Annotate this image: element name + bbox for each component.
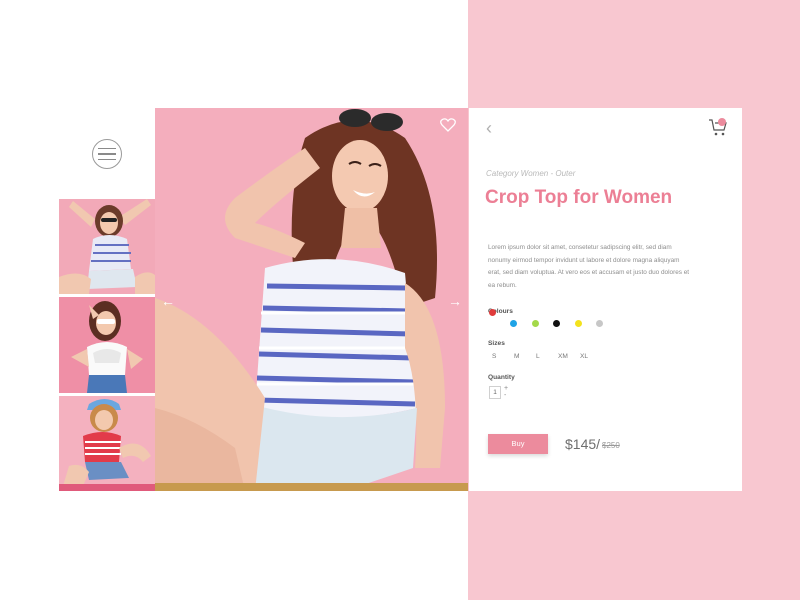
size-option[interactable]: XM [558, 353, 580, 360]
thumbnail-2[interactable] [59, 297, 155, 393]
wishlist-heart-icon[interactable] [440, 118, 456, 132]
colour-swatch[interactable] [489, 309, 496, 316]
back-chevron-icon[interactable]: ‹ [486, 118, 492, 139]
hero-photo [155, 108, 468, 491]
size-option[interactable]: L [536, 353, 558, 360]
hamburger-menu-button[interactable] [92, 139, 122, 169]
menu-line [98, 147, 116, 150]
thumbnail-photo-1 [59, 199, 155, 294]
colour-swatch[interactable] [531, 320, 539, 327]
quantity-decrease-button[interactable]: - [504, 392, 506, 399]
size-options: S M L XM XL [492, 353, 602, 360]
product-hero-image: ← → [155, 108, 468, 491]
cart-icon[interactable] [708, 117, 728, 142]
quantity-input[interactable]: 1 [489, 386, 501, 399]
product-category: Category Women - Outer [486, 169, 576, 178]
menu-line [98, 158, 116, 161]
quantity-label: Quantity [488, 374, 515, 381]
quantity-increase-button[interactable]: + [504, 385, 508, 392]
product-title: Crop Top for Women [485, 187, 673, 208]
next-image-arrow-icon[interactable]: → [448, 294, 462, 308]
original-price: $250 [602, 441, 620, 450]
thumbnail-1[interactable] [59, 199, 155, 294]
product-detail-panel: ‹ Category Women - Outer Crop Top for Wo… [469, 108, 742, 491]
thumbnail-photo-3 [59, 396, 155, 491]
thumbnail-photo-2 [59, 297, 155, 393]
product-description: Lorem ipsum dolor sit amet, consetetur s… [488, 244, 690, 289]
size-option[interactable]: M [514, 353, 536, 360]
colour-swatch[interactable] [553, 320, 560, 327]
menu-line [98, 153, 116, 155]
prev-image-arrow-icon[interactable]: ← [161, 294, 175, 308]
colour-swatch[interactable] [574, 320, 582, 327]
colour-swatch[interactable] [510, 320, 517, 327]
colour-swatch[interactable] [596, 320, 603, 327]
buy-button[interactable]: Buy [488, 434, 548, 454]
current-price: $145/ [565, 436, 601, 452]
size-option[interactable]: S [492, 353, 514, 360]
size-option[interactable]: XL [580, 353, 602, 360]
thumbnail-3[interactable] [59, 396, 155, 491]
sizes-label: Sizes [488, 340, 505, 347]
